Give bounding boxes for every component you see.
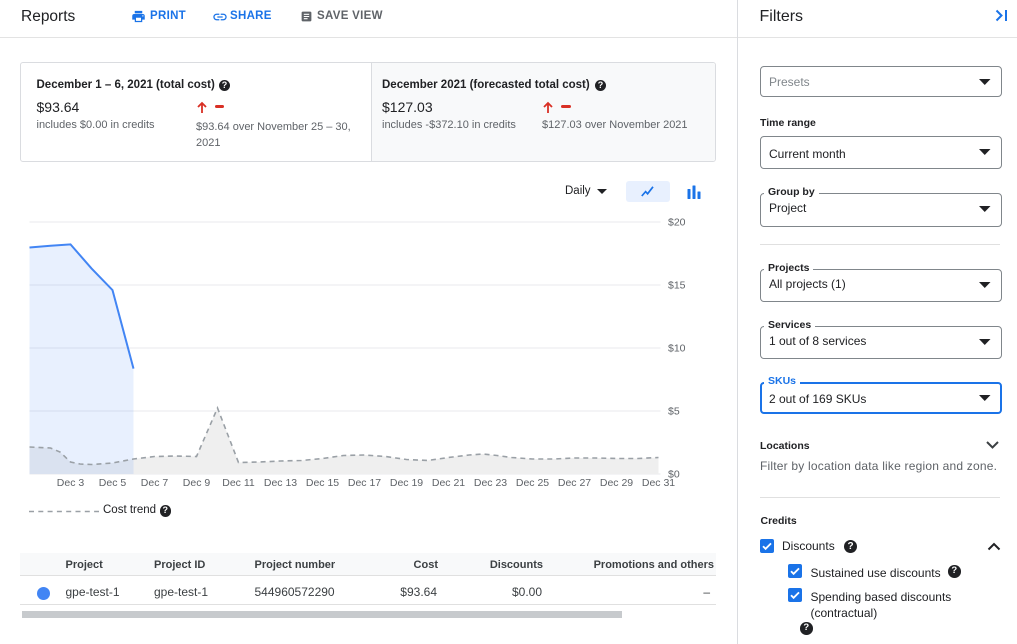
svg-text:Dec 19: Dec 19 [390,477,423,489]
svg-text:$5: $5 [668,406,680,418]
svg-text:$10: $10 [668,343,686,355]
svg-text:Dec 21: Dec 21 [432,477,465,489]
svg-text:Dec 25: Dec 25 [516,477,549,489]
svg-text:Dec 17: Dec 17 [348,477,381,489]
svg-text:Dec 29: Dec 29 [600,477,633,489]
svg-text:Dec 3: Dec 3 [57,477,85,489]
svg-text:Dec 7: Dec 7 [141,477,169,489]
svg-text:Dec 5: Dec 5 [99,477,127,489]
svg-text:$20: $20 [668,217,686,229]
svg-text:Dec 31: Dec 31 [642,477,675,489]
svg-text:Dec 9: Dec 9 [183,477,211,489]
svg-text:Dec 27: Dec 27 [558,477,591,489]
svg-text:Dec 15: Dec 15 [306,477,339,489]
svg-text:Dec 23: Dec 23 [474,477,507,489]
svg-text:Dec 13: Dec 13 [264,477,297,489]
svg-text:Dec 11: Dec 11 [222,477,255,489]
svg-text:$15: $15 [668,280,686,292]
